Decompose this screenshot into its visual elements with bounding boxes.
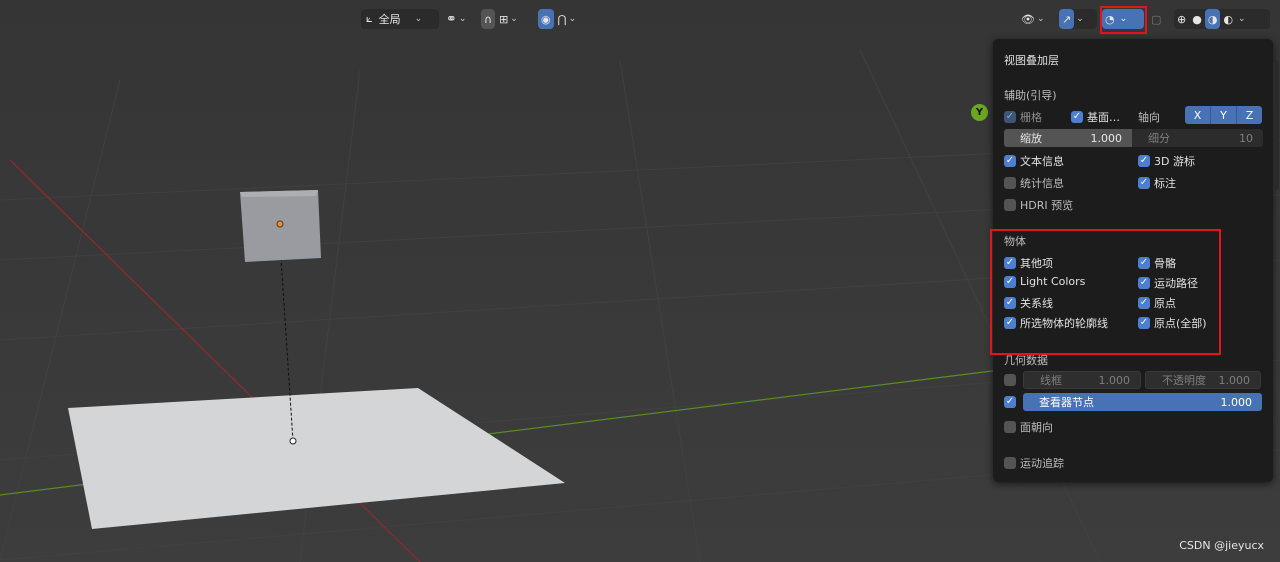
face-orientation-checkbox[interactable]: 面朝向: [1004, 419, 1053, 435]
chevron-down-icon: ⌄: [414, 14, 423, 24]
chevron-down-icon: ⌄: [568, 14, 577, 24]
xray-toggle[interactable]: ▢: [1151, 9, 1169, 29]
3d-cursor-checkbox[interactable]: 3D 游标: [1138, 153, 1195, 169]
rendered-shading-icon[interactable]: ◐: [1220, 9, 1236, 29]
hdri-preview-label: HDRI 预览: [1020, 199, 1074, 212]
grid-subdivisions-field[interactable]: 细分 10: [1132, 129, 1263, 147]
cube-origin-dot: [276, 220, 284, 228]
checkbox-icon: [1004, 155, 1016, 167]
face-orientation-label: 面朝向: [1020, 421, 1053, 434]
checkbox-icon: [1138, 177, 1150, 189]
checkbox-icon: [1004, 111, 1016, 123]
floor-label: 基面…: [1087, 111, 1120, 124]
link-icon: ⚭: [446, 11, 457, 27]
scale-subdivision-row: 缩放 1.000 细分 10: [1004, 129, 1263, 147]
grid-label: 栅格: [1020, 111, 1042, 124]
navigation-gizmo-y[interactable]: Y: [971, 104, 988, 121]
visibility-dropdown[interactable]: 👁 ⌄: [1021, 9, 1055, 29]
snap-magnet-icon[interactable]: ∩: [481, 9, 496, 29]
chevron-down-icon: ⌄: [1238, 14, 1246, 24]
transform-space-label: 全局: [378, 13, 401, 26]
proportional-edit-group[interactable]: ◉ ⋂ ⌄: [538, 9, 590, 29]
statistics-checkbox[interactable]: 统计信息: [1004, 175, 1064, 191]
motion-tracking-label: 运动追踪: [1020, 457, 1064, 470]
pivot-dropdown[interactable]: ⚭ ⌄: [446, 9, 476, 29]
scale-label: 缩放: [1020, 132, 1042, 145]
watermark: CSDN @jieyucx: [1179, 539, 1264, 552]
viewer-node-checkbox[interactable]: [1004, 396, 1016, 408]
checkbox-icon: [1004, 177, 1016, 189]
guides-section-label: 辅助(引导): [1004, 89, 1057, 102]
proportional-edit-icon[interactable]: ◉: [538, 9, 554, 29]
floor-checkbox[interactable]: 基面…: [1071, 109, 1120, 125]
subdivisions-label: 细分: [1148, 132, 1170, 145]
axis-y-toggle[interactable]: Y: [1211, 106, 1237, 124]
scale-value: 1.000: [1090, 131, 1123, 145]
chevron-down-icon: ⌄: [510, 14, 518, 24]
wireframe-field[interactable]: 线框 1.000: [1023, 371, 1141, 389]
hdri-preview-checkbox[interactable]: HDRI 预览: [1004, 197, 1073, 213]
checkbox-icon: [1138, 155, 1150, 167]
viewer-node-value: 1.000: [1220, 395, 1253, 409]
grid-scale-field[interactable]: 缩放 1.000: [1004, 129, 1132, 147]
motion-tracking-checkbox[interactable]: 运动追踪: [1004, 455, 1064, 471]
wireframe-row: 线框 1.000 不透明度 1.000: [1004, 371, 1261, 389]
axis-z-toggle[interactable]: Z: [1237, 106, 1262, 124]
highlight-objects-section: [990, 229, 1221, 355]
opacity-label: 不透明度: [1162, 374, 1206, 387]
xray-icon: ▢: [1151, 12, 1162, 26]
3d-cursor-label: 3D 游标: [1154, 155, 1195, 168]
plane-origin-dot: [289, 437, 297, 445]
checkbox-icon: [1004, 457, 1016, 469]
viewport-header: ⟀ 全局 ⌄ ⚭ ⌄ ∩ ⊞ ⌄ ◉ ⋂ ⌄ 👁 ⌄ ↗ ⌄ ◔ ⌄ ▢ ⊕ ● ◑ ◐ ⌄: [0, 0, 1280, 34]
chevron-down-icon: ⌄: [458, 14, 467, 24]
opacity-field[interactable]: 不透明度 1.000: [1145, 371, 1261, 389]
opacity-value: 1.000: [1218, 373, 1251, 387]
axes-toggle-group: X Y Z: [1185, 106, 1262, 124]
wireframe-label: 线框: [1040, 374, 1062, 387]
axes-label: 轴向: [1138, 111, 1160, 124]
wireframe-checkbox[interactable]: [1004, 374, 1016, 386]
viewer-node-field[interactable]: 查看器节点 1.000: [1023, 393, 1262, 411]
grid-checkbox[interactable]: 栅格: [1004, 109, 1042, 125]
wireframe-value: 1.000: [1098, 373, 1131, 387]
transform-axes-icon: ⟀: [366, 12, 373, 25]
checkbox-icon: [1004, 199, 1016, 211]
snap-target-icon: ⊞: [499, 12, 509, 26]
text-info-checkbox[interactable]: 文本信息: [1004, 153, 1064, 169]
popover-title: 视图叠加层: [1004, 54, 1059, 67]
y-axis-label: Y: [975, 107, 984, 118]
eye-icon: 👁: [1021, 12, 1035, 26]
axis-x-toggle[interactable]: X: [1185, 106, 1211, 124]
panel-scrollbar[interactable]: [1273, 60, 1279, 190]
chevron-down-icon: ⌄: [1036, 14, 1045, 24]
transform-orientation-dropdown[interactable]: ⟀ 全局 ⌄: [361, 9, 439, 29]
statistics-label: 统计信息: [1020, 177, 1064, 190]
highlight-overlays-button: [1100, 6, 1147, 34]
snap-group[interactable]: ∩ ⊞ ⌄: [481, 9, 533, 29]
viewer-node-label: 查看器节点: [1039, 396, 1094, 409]
solid-shading-icon[interactable]: ●: [1189, 9, 1205, 29]
falloff-curve-icon: ⋂: [557, 12, 567, 26]
text-info-label: 文本信息: [1020, 155, 1064, 168]
annotations-label: 标注: [1154, 177, 1176, 190]
annotations-checkbox[interactable]: 标注: [1138, 175, 1176, 191]
gizmo-dropdown[interactable]: ↗ ⌄: [1059, 9, 1097, 29]
checkbox-icon: [1071, 111, 1083, 123]
gizmo-icon[interactable]: ↗: [1059, 9, 1075, 29]
shading-mode-group[interactable]: ⊕ ● ◑ ◐ ⌄: [1174, 9, 1270, 29]
viewer-node-row: 查看器节点 1.000: [1004, 393, 1262, 411]
material-preview-icon[interactable]: ◑: [1204, 9, 1221, 29]
chevron-down-icon: ⌄: [1076, 14, 1084, 24]
wireframe-shading-icon[interactable]: ⊕: [1174, 9, 1189, 29]
checkbox-icon: [1004, 421, 1016, 433]
subdivisions-value: 10: [1239, 131, 1253, 145]
